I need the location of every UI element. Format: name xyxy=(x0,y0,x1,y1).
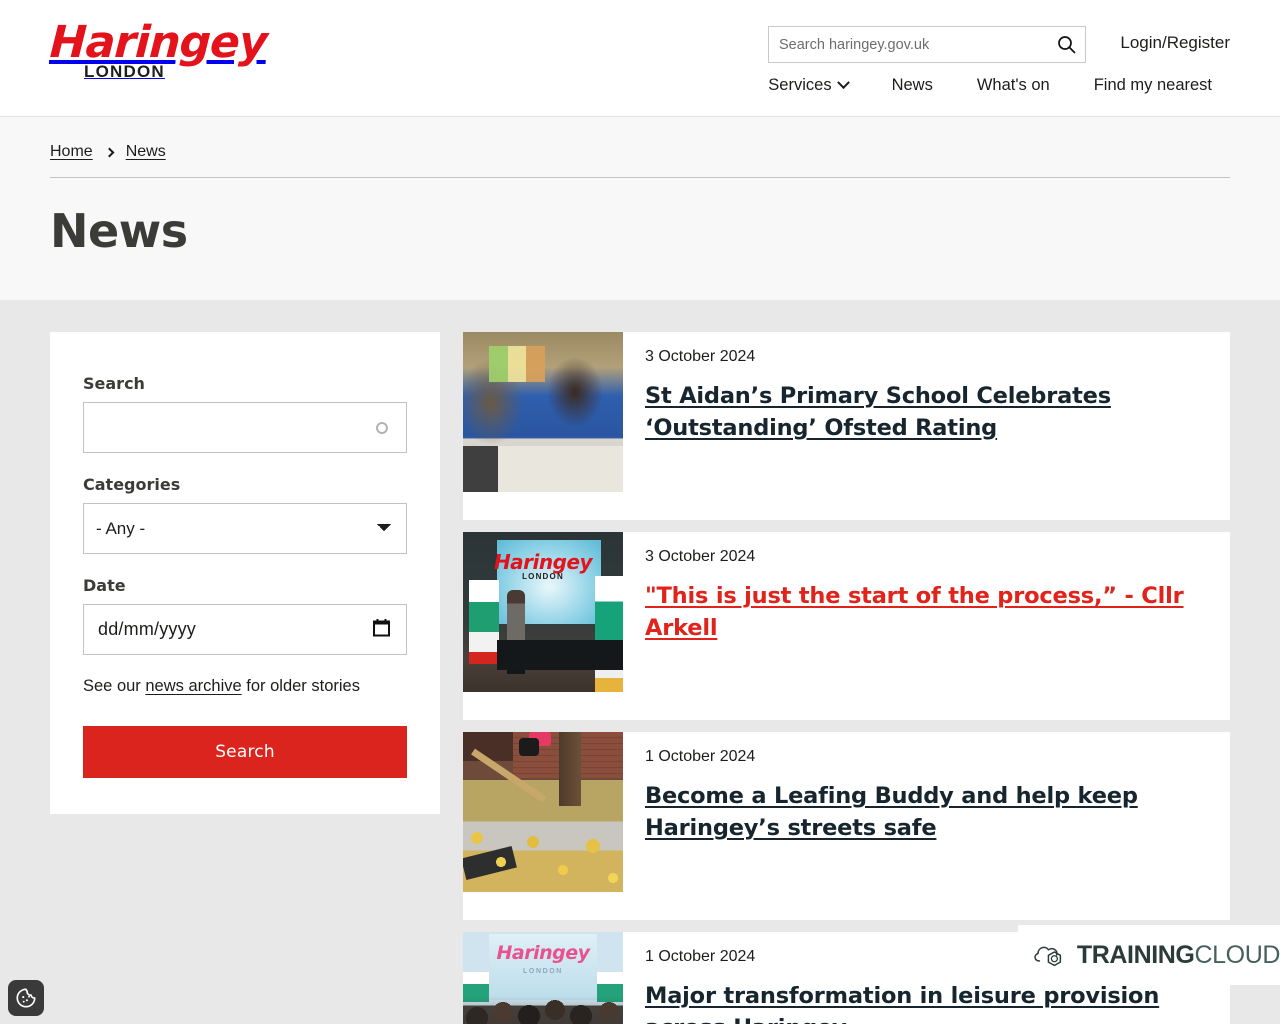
news-archive-note: See our news archive for older stories xyxy=(83,677,407,696)
group-photo: Haringey LONDON xyxy=(463,932,623,1024)
categories-select[interactable]: - Any - xyxy=(83,503,407,554)
news-date: 3 October 2024 xyxy=(645,348,756,365)
chevron-right-icon xyxy=(104,147,115,157)
search-field-label: Search xyxy=(83,374,145,393)
crowd-of-people xyxy=(463,996,623,1024)
news-date: 1 October 2024 xyxy=(645,748,756,765)
news-headline-link[interactable]: St Aidan’s Primary School Celebrates ‘Ou… xyxy=(645,383,1111,441)
autocomplete-throbber-icon xyxy=(376,421,388,434)
news-list-item[interactable]: 1 October 2024 Become a Leafing Buddy an… xyxy=(463,732,1230,920)
nav-label-services: Services xyxy=(768,76,832,94)
news-headline-link[interactable]: Major transformation in leisure provisio… xyxy=(645,983,1159,1024)
news-thumbnail[interactable]: Haringey LONDON xyxy=(463,932,623,1024)
news-date: 3 October 2024 xyxy=(645,548,756,565)
search-input-wrapper xyxy=(83,402,407,453)
screen-haringey-wordmark: Haringey xyxy=(493,550,593,574)
news-headline-link[interactable]: "This is just the start of the process,”… xyxy=(645,583,1184,641)
main-navigation: Services News What's on Find my nearest xyxy=(746,74,1234,97)
archive-prefix: See our xyxy=(83,677,146,695)
trainingcloud-light: CLOUD xyxy=(1194,940,1280,969)
news-filter-panel: Search Categories - Any - Date dd/mm/yyy… xyxy=(50,332,440,814)
main-content: Search Categories - Any - Date dd/mm/yyy… xyxy=(0,300,1280,1024)
cloud-hexagon-icon xyxy=(1034,946,1062,967)
news-thumbnail[interactable] xyxy=(463,732,623,892)
login-register-link[interactable]: Login/Register xyxy=(1120,33,1230,53)
trainingcloud-badge[interactable]: TRAININGCLOUD xyxy=(1018,925,1280,985)
glove xyxy=(519,738,539,756)
school-children-photo xyxy=(463,332,623,492)
date-field-label: Date xyxy=(83,576,126,595)
nav-item-find-my-nearest[interactable]: Find my nearest xyxy=(1072,74,1234,97)
news-card-body: 3 October 2024 "This is just the start o… xyxy=(623,532,1230,720)
stage-front xyxy=(497,640,623,670)
news-card-body: 1 October 2024 Become a Leafing Buddy an… xyxy=(623,732,1230,920)
autumn-leaves xyxy=(463,822,623,892)
screen-london-text: LONDON xyxy=(523,968,563,975)
news-results-list: 3 October 2024 St Aidan’s Primary School… xyxy=(463,332,1230,1024)
facet-search: Search xyxy=(83,374,407,453)
nav-item-news[interactable]: News xyxy=(870,74,955,97)
page-title: News xyxy=(50,204,188,258)
trainingcloud-bold: TRAINING xyxy=(1076,940,1195,969)
header-search-form xyxy=(768,26,1086,63)
breadcrumb: Home News xyxy=(50,117,1230,178)
chevron-down-icon xyxy=(836,76,850,90)
breadcrumb-item-news[interactable]: News xyxy=(126,143,166,161)
breadcrumb-item-home[interactable]: Home xyxy=(50,143,93,161)
news-archive-link[interactable]: news archive xyxy=(145,677,241,695)
site-header: Haringey LONDON Login/Register Services … xyxy=(0,0,1280,117)
trainingcloud-label: TRAININGCLOUD xyxy=(1077,941,1280,970)
categories-field-label: Categories xyxy=(83,475,181,494)
search-submit-button[interactable]: Search xyxy=(83,726,407,778)
logo-wordmark: Haringey xyxy=(48,17,269,68)
nav-item-services[interactable]: Services xyxy=(746,74,869,97)
news-thumbnail[interactable]: Haringey LONDON xyxy=(463,532,623,692)
news-thumbnail[interactable] xyxy=(463,332,623,492)
left-rollup-banner xyxy=(469,580,499,664)
tree-trunk xyxy=(559,732,581,806)
news-headline-link[interactable]: Become a Leafing Buddy and help keep Har… xyxy=(645,783,1138,841)
facet-date: Date dd/mm/yyyy xyxy=(83,576,407,655)
right-rollup-banner xyxy=(595,576,623,692)
archive-suffix: for older stories xyxy=(241,677,360,695)
haringey-logo[interactable]: Haringey LONDON xyxy=(48,17,269,92)
councillor-presentation-photo: Haringey LONDON xyxy=(463,532,623,692)
facet-categories: Categories - Any - xyxy=(83,475,407,554)
nav-item-whats-on[interactable]: What's on xyxy=(955,74,1072,97)
sweeping-leaves-photo xyxy=(463,732,623,892)
news-card-body: 3 October 2024 St Aidan’s Primary School… xyxy=(623,332,1230,520)
news-list-item[interactable]: Haringey LONDON 3 October 2024 "This is … xyxy=(463,532,1230,720)
cookie-icon xyxy=(16,988,36,1008)
calendar-icon[interactable] xyxy=(373,618,390,641)
header-search-submit[interactable] xyxy=(1047,27,1085,62)
news-search-input[interactable] xyxy=(84,403,406,452)
page-title-band: Home News News xyxy=(0,117,1280,300)
date-placeholder-text: dd/mm/yyyy xyxy=(98,619,197,639)
news-list-item[interactable]: 3 October 2024 St Aidan’s Primary School… xyxy=(463,332,1230,520)
screen-haringey-wordmark: Haringey xyxy=(496,942,590,964)
date-input[interactable]: dd/mm/yyyy xyxy=(83,604,407,655)
header-search-input[interactable] xyxy=(769,36,1047,53)
search-icon xyxy=(1057,36,1075,54)
cookie-settings-button[interactable] xyxy=(8,980,44,1016)
